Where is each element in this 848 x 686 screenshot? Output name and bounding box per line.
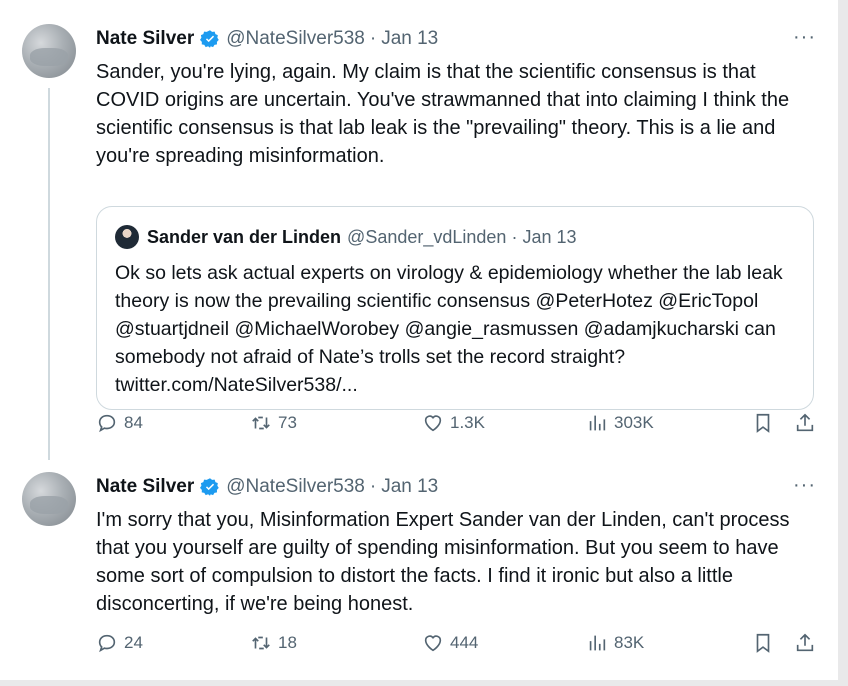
- avatar[interactable]: [22, 24, 76, 78]
- views-button[interactable]: 83K: [586, 632, 644, 654]
- avatar[interactable]: [22, 472, 76, 526]
- author-name[interactable]: Nate Silver: [96, 28, 194, 50]
- tweet-date[interactable]: Jan 13: [381, 476, 438, 498]
- tweet-date[interactable]: Jan 13: [381, 28, 438, 50]
- retweet-count: 18: [278, 633, 297, 652]
- more-icon[interactable]: ···: [793, 474, 816, 497]
- reply-icon: [98, 414, 116, 433]
- quote-date: Jan 13: [522, 226, 577, 247]
- like-button[interactable]: 1.3K: [422, 412, 485, 434]
- like-button[interactable]: 444: [422, 632, 478, 654]
- share-icon: [796, 633, 814, 652]
- share-button[interactable]: [794, 632, 816, 654]
- like-icon: [424, 635, 442, 652]
- like-icon: [424, 415, 442, 432]
- tweet-text: I'm sorry that you, Misinformation Exper…: [96, 509, 790, 615]
- verified-badge-icon: [200, 29, 220, 49]
- reply-icon: [98, 634, 116, 653]
- tweet-header: Nate Silver @NateSilver538 · Jan 13: [96, 472, 438, 502]
- separator: ·: [369, 28, 377, 49]
- retweet-button[interactable]: 73: [250, 412, 297, 434]
- views-icon: [589, 415, 606, 431]
- bookmark-button[interactable]: [752, 412, 774, 434]
- quote-header: Sander van der Linden @Sander_vdLinden ·…: [115, 225, 576, 249]
- tweet-2[interactable]: Nate Silver @NateSilver538 · Jan 13 ··· …: [0, 470, 838, 670]
- separator: ·: [511, 226, 518, 247]
- tweet-actions: 84 73 1.3K 303K: [96, 412, 826, 442]
- tweet-header: Nate Silver @NateSilver538 · Jan 13: [96, 24, 438, 54]
- retweet-count: 73: [278, 413, 297, 432]
- bookmark-icon: [756, 633, 770, 653]
- share-icon: [796, 413, 814, 432]
- share-button[interactable]: [794, 412, 816, 434]
- reply-count: 24: [124, 633, 143, 652]
- views-count: 303K: [614, 413, 654, 432]
- verified-badge-icon: [200, 477, 220, 497]
- bookmark-icon: [756, 413, 770, 433]
- author-handle[interactable]: @NateSilver538: [226, 476, 365, 498]
- bookmark-button[interactable]: [752, 632, 774, 654]
- reply-count: 84: [124, 413, 143, 432]
- separator: ·: [369, 476, 377, 497]
- reply-button[interactable]: 84: [96, 412, 143, 434]
- quote-author-handle: @Sander_vdLinden: [347, 226, 507, 247]
- views-button[interactable]: 303K: [586, 412, 654, 434]
- retweet-icon: [252, 416, 270, 430]
- tweet-1[interactable]: Nate Silver @NateSilver538 · Jan 13 ··· …: [0, 22, 838, 442]
- retweet-button[interactable]: 18: [250, 632, 297, 654]
- more-icon[interactable]: ···: [793, 26, 816, 49]
- like-count: 444: [450, 633, 479, 652]
- author-handle[interactable]: @NateSilver538: [226, 28, 365, 50]
- like-count: 1.3K: [450, 413, 485, 432]
- tweet-thread: Nate Silver @NateSilver538 · Jan 13 ··· …: [0, 0, 838, 680]
- tweet-text: Sander, you're lying, again. My claim is…: [96, 61, 790, 167]
- quote-author-name: Sander van der Linden: [147, 226, 342, 247]
- views-icon: [589, 635, 606, 651]
- reply-button[interactable]: 24: [96, 632, 143, 654]
- tweet-actions: 24 18 444 83K: [96, 632, 826, 662]
- quote-avatar: [115, 225, 139, 249]
- views-count: 83K: [614, 633, 645, 652]
- quoted-tweet[interactable]: Sander van der Linden @Sander_vdLinden ·…: [96, 206, 814, 410]
- author-name[interactable]: Nate Silver: [96, 476, 194, 498]
- thread-connector: [48, 88, 50, 460]
- quote-text: Ok so lets ask actual experts on virolog…: [115, 262, 783, 396]
- retweet-icon: [252, 636, 270, 650]
